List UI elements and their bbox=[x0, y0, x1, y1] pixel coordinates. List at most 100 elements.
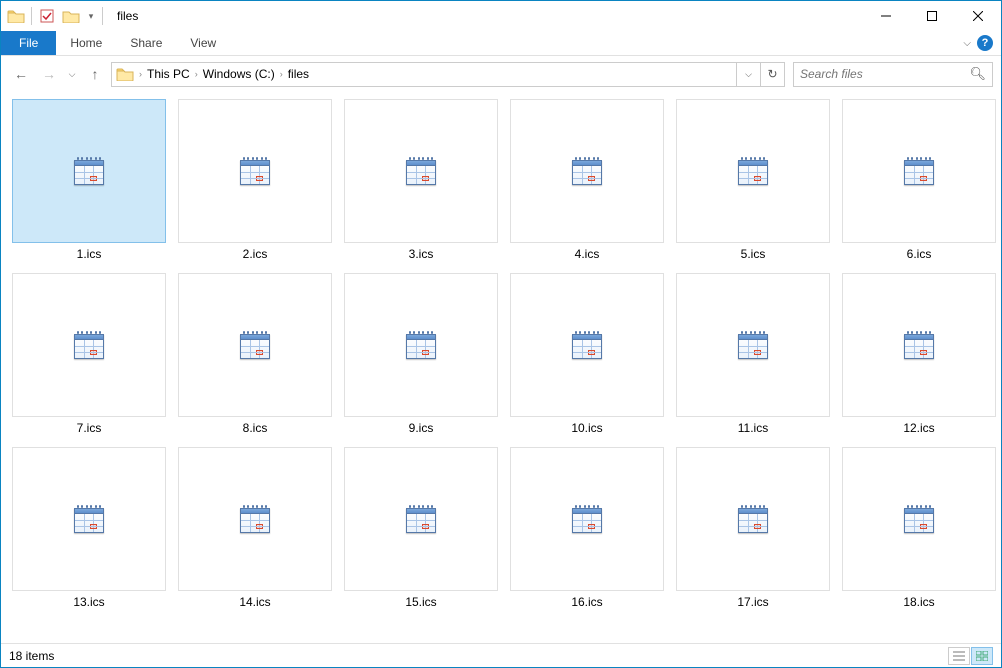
calendar-file-icon bbox=[572, 505, 602, 533]
calendar-file-icon bbox=[904, 331, 934, 359]
file-thumbnail bbox=[178, 99, 332, 243]
file-item[interactable]: 3.ics bbox=[344, 99, 498, 261]
file-grid: 1.ics 2.ics 3.ics 4.ics 5.ics 6.ics 7.ic… bbox=[12, 99, 990, 609]
chevron-right-icon[interactable]: › bbox=[195, 69, 198, 79]
back-button[interactable]: ← bbox=[9, 62, 33, 86]
ribbon: File Home Share View ⌵ ? bbox=[1, 31, 1001, 56]
file-tab[interactable]: File bbox=[1, 31, 56, 55]
details-view-button[interactable] bbox=[948, 647, 970, 665]
search-box[interactable]: 🔍︎ bbox=[793, 62, 993, 87]
file-item[interactable]: 6.ics bbox=[842, 99, 996, 261]
file-name: 15.ics bbox=[405, 595, 436, 609]
tab-home[interactable]: Home bbox=[56, 31, 116, 55]
chevron-right-icon[interactable]: › bbox=[280, 69, 283, 79]
file-item[interactable]: 11.ics bbox=[676, 273, 830, 435]
file-item[interactable]: 7.ics bbox=[12, 273, 166, 435]
calendar-file-icon bbox=[240, 157, 270, 185]
address-bar[interactable]: › This PC › Windows (C:) › files ⌵ ↻ bbox=[111, 62, 785, 87]
file-thumbnail bbox=[676, 99, 830, 243]
tab-view[interactable]: View bbox=[176, 31, 230, 55]
recent-dropdown[interactable]: ⌵ bbox=[65, 62, 79, 86]
window-controls bbox=[863, 1, 1001, 31]
file-item[interactable]: 1.ics bbox=[12, 99, 166, 261]
breadcrumb-thispc[interactable]: This PC bbox=[145, 67, 192, 81]
file-thumbnail bbox=[842, 447, 996, 591]
calendar-file-icon bbox=[738, 157, 768, 185]
calendar-file-icon bbox=[74, 505, 104, 533]
up-button[interactable]: ↑ bbox=[83, 62, 107, 86]
properties-button[interactable] bbox=[36, 5, 58, 27]
file-name: 9.ics bbox=[409, 421, 434, 435]
file-name: 7.ics bbox=[77, 421, 102, 435]
file-item[interactable]: 17.ics bbox=[676, 447, 830, 609]
file-thumbnail bbox=[842, 99, 996, 243]
folder-icon bbox=[114, 63, 136, 85]
qat-dropdown[interactable]: ▾ bbox=[84, 5, 98, 27]
file-name: 14.ics bbox=[239, 595, 270, 609]
file-name: 11.ics bbox=[738, 421, 768, 435]
calendar-file-icon bbox=[406, 157, 436, 185]
forward-button[interactable]: → bbox=[37, 62, 61, 86]
calendar-file-icon bbox=[904, 157, 934, 185]
calendar-file-icon bbox=[240, 331, 270, 359]
search-input[interactable] bbox=[800, 67, 969, 81]
file-name: 8.ics bbox=[243, 421, 268, 435]
quick-access-toolbar: ▾ bbox=[1, 5, 109, 27]
breadcrumb-folder[interactable]: files bbox=[286, 67, 311, 81]
calendar-file-icon bbox=[738, 331, 768, 359]
calendar-file-icon bbox=[74, 157, 104, 185]
breadcrumb-drive[interactable]: Windows (C:) bbox=[201, 67, 277, 81]
file-name: 1.ics bbox=[77, 247, 102, 261]
close-button[interactable] bbox=[955, 1, 1001, 31]
file-thumbnail bbox=[12, 99, 166, 243]
tab-share[interactable]: Share bbox=[116, 31, 176, 55]
chevron-right-icon[interactable]: › bbox=[139, 69, 142, 79]
help-icon[interactable]: ? bbox=[977, 35, 993, 51]
file-thumbnail bbox=[510, 273, 664, 417]
file-thumbnail bbox=[842, 273, 996, 417]
file-name: 12.ics bbox=[903, 421, 934, 435]
maximize-button[interactable] bbox=[909, 1, 955, 31]
minimize-button[interactable] bbox=[863, 1, 909, 31]
file-name: 3.ics bbox=[409, 247, 434, 261]
file-thumbnail bbox=[12, 273, 166, 417]
file-thumbnail bbox=[344, 447, 498, 591]
search-icon[interactable]: 🔍︎ bbox=[969, 66, 986, 82]
file-thumbnail bbox=[510, 99, 664, 243]
calendar-file-icon bbox=[738, 505, 768, 533]
file-item[interactable]: 13.ics bbox=[12, 447, 166, 609]
file-thumbnail bbox=[12, 447, 166, 591]
new-folder-button[interactable] bbox=[60, 5, 82, 27]
file-item[interactable]: 18.ics bbox=[842, 447, 996, 609]
file-pane[interactable]: 1.ics 2.ics 3.ics 4.ics 5.ics 6.ics 7.ic… bbox=[2, 93, 1000, 642]
file-thumbnail bbox=[344, 99, 498, 243]
calendar-file-icon bbox=[572, 331, 602, 359]
file-item[interactable]: 5.ics bbox=[676, 99, 830, 261]
address-dropdown[interactable]: ⌵ bbox=[736, 63, 760, 86]
file-item[interactable]: 12.ics bbox=[842, 273, 996, 435]
file-name: 16.ics bbox=[571, 595, 602, 609]
file-item[interactable]: 10.ics bbox=[510, 273, 664, 435]
file-name: 13.ics bbox=[73, 595, 104, 609]
file-thumbnail bbox=[344, 273, 498, 417]
file-item[interactable]: 8.ics bbox=[178, 273, 332, 435]
file-item[interactable]: 2.ics bbox=[178, 99, 332, 261]
titlebar: ▾ files bbox=[1, 1, 1001, 31]
status-bar: 18 items bbox=[1, 643, 1001, 667]
file-item[interactable]: 9.ics bbox=[344, 273, 498, 435]
file-item[interactable]: 4.ics bbox=[510, 99, 664, 261]
calendar-file-icon bbox=[572, 157, 602, 185]
file-name: 18.ics bbox=[903, 595, 934, 609]
file-name: 10.ics bbox=[571, 421, 602, 435]
refresh-button[interactable]: ↻ bbox=[760, 63, 784, 86]
window-title: files bbox=[117, 9, 138, 23]
separator bbox=[31, 7, 32, 25]
file-item[interactable]: 16.ics bbox=[510, 447, 664, 609]
file-item[interactable]: 15.ics bbox=[344, 447, 498, 609]
file-thumbnail bbox=[178, 447, 332, 591]
file-thumbnail bbox=[178, 273, 332, 417]
ribbon-expand-icon[interactable]: ⌵ bbox=[963, 38, 971, 49]
file-item[interactable]: 14.ics bbox=[178, 447, 332, 609]
thumbnails-view-button[interactable] bbox=[971, 647, 993, 665]
file-thumbnail bbox=[510, 447, 664, 591]
